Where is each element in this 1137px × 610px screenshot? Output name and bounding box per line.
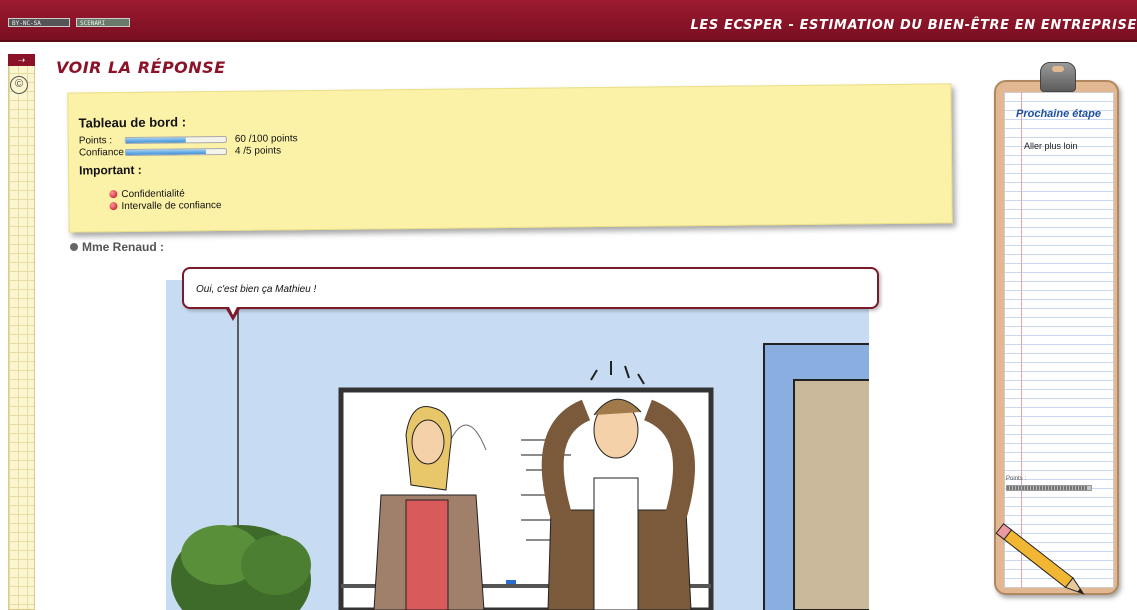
dashboard-note: Tableau de bord : Points : 60 /100 point…	[67, 83, 953, 233]
speech-bubble: Oui, c'est bien ça Mathieu !	[182, 267, 879, 309]
speaker-name: Mme Renaud :	[82, 240, 165, 254]
license-badge[interactable]: BY-NC-SA	[8, 18, 70, 27]
next-step-title: Prochaine étape	[1016, 108, 1101, 120]
bullet-icon	[70, 243, 78, 251]
points-row: Points : 60 /100 points	[78, 133, 298, 147]
next-step-link[interactable]: Aller plus loin	[1024, 141, 1078, 151]
clipboard-points-bar	[1006, 485, 1092, 491]
dashboard-title: Tableau de bord :	[78, 114, 187, 131]
arrow-right-icon[interactable]: ➝	[8, 54, 35, 66]
points-value: 60 /100 points	[234, 133, 298, 145]
points-progress-bar	[124, 135, 227, 145]
clipboard-points-label: Points :	[1006, 476, 1027, 482]
confidence-progress-bar	[124, 147, 227, 157]
confidence-progress-fill	[125, 149, 206, 156]
points-progress-fill	[125, 137, 186, 144]
link-label: Intervalle de confiance	[121, 200, 222, 213]
important-title: Important :	[79, 162, 142, 178]
clipboard-points-fill	[1007, 486, 1087, 490]
red-bullet-icon	[109, 190, 118, 199]
speech-text: Oui, c'est bien ça Mathieu !	[196, 284, 317, 295]
left-sidebar	[8, 54, 35, 610]
page-title: VOIR LA RÉPONSE	[56, 58, 226, 77]
scenari-badge[interactable]: SCENARI	[76, 18, 130, 27]
license-label: BY-NC-SA	[12, 20, 41, 27]
link-label: Confidentialité	[121, 188, 185, 201]
speaker-label: Mme Renaud :	[70, 240, 164, 254]
link-confidentialite[interactable]: Confidentialité	[109, 188, 185, 201]
app-title: LES ECSPER - ESTIMATION DU BIEN-ÊTRE EN …	[690, 18, 1137, 33]
points-label: Points :	[78, 135, 113, 147]
red-bullet-icon	[109, 202, 118, 211]
confidence-value: 4 /5 points	[234, 145, 282, 157]
comic-scene	[166, 280, 869, 610]
top-bar: BY-NC-SA SCENARI LES ECSPER - ESTIMATION…	[0, 0, 1137, 42]
paper-margin-line	[1021, 92, 1022, 588]
link-intervalle-confiance[interactable]: Intervalle de confiance	[109, 200, 222, 213]
clip-hole	[1052, 66, 1064, 72]
confidence-label: Confiance :	[78, 146, 130, 159]
speech-bubble-tail-inner	[228, 305, 238, 315]
scenari-label: SCENARI	[80, 20, 106, 27]
confidence-row: Confiance : 4 /5 points	[78, 145, 281, 159]
scene-illustration	[171, 280, 869, 610]
copyright-icon[interactable]: ©	[10, 76, 28, 94]
pencil-icon	[995, 523, 1085, 595]
